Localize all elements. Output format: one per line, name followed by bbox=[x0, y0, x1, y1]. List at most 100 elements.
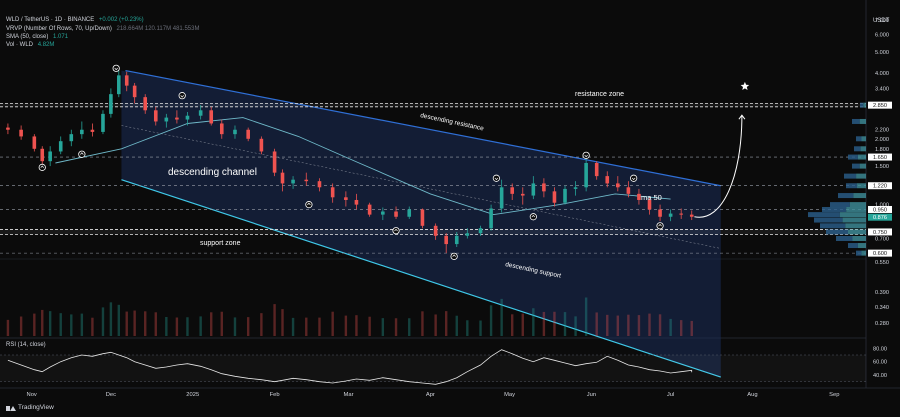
rsi-legend[interactable]: RSI (14, close) bbox=[6, 342, 46, 348]
volume-profile-down bbox=[854, 146, 861, 152]
price-axis-tick: 2.000 bbox=[875, 137, 889, 143]
candle-body bbox=[510, 187, 515, 194]
volume-profile-down bbox=[838, 193, 854, 199]
candle-body bbox=[344, 197, 348, 200]
price-tag-label: 0.600 bbox=[873, 251, 887, 257]
volume-bar bbox=[542, 311, 546, 336]
candle-body bbox=[40, 148, 45, 162]
volume-profile-down bbox=[848, 154, 858, 160]
volume-bar bbox=[408, 318, 411, 336]
candle-body bbox=[132, 85, 137, 98]
price-change: +0.002 (+0.23%) bbox=[98, 17, 144, 23]
down-arrow-marker-icon bbox=[492, 174, 500, 182]
candle-body bbox=[584, 162, 588, 188]
candle-body bbox=[330, 187, 335, 198]
ma-50-label: ma 50 bbox=[641, 193, 662, 202]
volume-bar bbox=[273, 304, 276, 336]
vrvp-legend[interactable]: VRVP (Number Of Rows, 70, Up/Down) 218.6… bbox=[6, 25, 199, 33]
up-arrow-marker-icon bbox=[38, 163, 46, 171]
candle-body bbox=[689, 214, 694, 217]
volume-bar bbox=[233, 317, 237, 336]
volume-bar bbox=[125, 311, 128, 336]
volume-profile-down bbox=[856, 250, 862, 256]
price-axis-tick: 0.390 bbox=[875, 290, 889, 296]
time-axis-tick: Aug bbox=[747, 392, 757, 398]
candle-body bbox=[233, 129, 237, 135]
price-tag-label: 2.850 bbox=[873, 103, 887, 109]
volume-bar bbox=[606, 314, 609, 336]
candle-body bbox=[658, 209, 662, 217]
price-tag-label: 1.220 bbox=[873, 184, 887, 190]
volume-profile-down bbox=[848, 243, 858, 249]
volume-bar bbox=[489, 305, 493, 336]
tradingview-brand[interactable]: TradingView bbox=[6, 404, 54, 411]
candle-body bbox=[280, 172, 285, 184]
time-axis-tick: Jul bbox=[667, 392, 674, 398]
volume-bar bbox=[669, 318, 672, 336]
time-axis-tick: Mar bbox=[344, 392, 354, 398]
candle-body bbox=[124, 75, 129, 86]
price-axis-tick: 3.400 bbox=[875, 86, 889, 92]
sma-value: 1.071 bbox=[53, 34, 69, 40]
volume-legend[interactable]: Vol · WLD 4.82M bbox=[6, 41, 54, 49]
candle-body bbox=[626, 187, 631, 194]
volume-bar bbox=[281, 309, 284, 336]
rsi-axis-tick: 40.00 bbox=[873, 373, 887, 379]
volume-profile-up bbox=[861, 136, 866, 142]
price-axis-tick: 0.550 bbox=[875, 260, 889, 266]
volume-profile-down bbox=[830, 202, 850, 208]
resistance-zone-band bbox=[0, 103, 866, 107]
time-axis-tick: Sep bbox=[829, 392, 839, 398]
candle-body bbox=[219, 123, 224, 135]
candle-body bbox=[444, 235, 449, 245]
volume-bar bbox=[679, 320, 683, 336]
volume-bar bbox=[627, 314, 630, 336]
price-axis-tick: 0.280 bbox=[875, 321, 889, 327]
support-zone-label: support zone bbox=[200, 240, 241, 247]
time-axis-tick: Jun bbox=[587, 392, 596, 398]
tradingview-logo-icon bbox=[6, 405, 16, 411]
vrvp-values: 218.664M 120.117M 481.553M bbox=[116, 26, 200, 32]
volume-profile-up bbox=[857, 243, 866, 249]
candle-body bbox=[367, 204, 372, 215]
candle-body bbox=[594, 162, 599, 177]
volume-bar bbox=[154, 312, 157, 336]
volume-bar bbox=[48, 311, 52, 336]
down-arrow-marker-icon bbox=[630, 174, 638, 182]
sma-legend[interactable]: SMA (50, close) 1.071 bbox=[6, 33, 68, 41]
volume-bar bbox=[6, 319, 10, 336]
volume-bar bbox=[690, 320, 693, 336]
up-arrow-marker-icon bbox=[529, 213, 537, 221]
currency-label[interactable]: USDT bbox=[873, 18, 889, 24]
candle-body bbox=[80, 129, 84, 135]
volume-bar bbox=[500, 298, 503, 336]
symbol-legend[interactable]: WLD / TetherUS · 1D · BINANCE +0.002 (+0… bbox=[6, 16, 144, 24]
vrvp-label: VRVP (Number Of Rows, 70, Up/Down) bbox=[6, 26, 112, 32]
candle-body bbox=[164, 117, 169, 122]
time-axis-tick: Feb bbox=[270, 392, 280, 398]
candle-body bbox=[542, 183, 546, 192]
rsi-axis-tick: 80.00 bbox=[873, 346, 887, 352]
candle-body bbox=[489, 208, 493, 229]
volume-bar bbox=[616, 315, 620, 336]
price-axis-tick: 0.700 bbox=[875, 236, 889, 242]
volume-profile-up bbox=[860, 146, 866, 152]
symbol-title: WLD / TetherUS · 1D · BINANCE bbox=[6, 17, 95, 23]
volume-bar bbox=[532, 308, 535, 336]
candle-body bbox=[573, 187, 578, 189]
price-axis-tick: 2.200 bbox=[875, 128, 889, 134]
volume-bar bbox=[455, 315, 458, 336]
volume-bar bbox=[318, 317, 321, 336]
volume-profile-up bbox=[859, 163, 866, 169]
candle-body bbox=[109, 94, 113, 114]
volume-bar bbox=[344, 315, 348, 336]
candle-body bbox=[616, 183, 620, 188]
candle-body bbox=[454, 235, 459, 245]
volume-bar bbox=[80, 313, 84, 336]
volume-bar bbox=[246, 317, 250, 336]
candle-body bbox=[209, 110, 214, 124]
volume-profile-down bbox=[852, 163, 860, 169]
volume-profile-up bbox=[846, 206, 866, 212]
volume-value: 4.82M bbox=[37, 42, 55, 48]
volume-profile-up bbox=[856, 173, 866, 179]
